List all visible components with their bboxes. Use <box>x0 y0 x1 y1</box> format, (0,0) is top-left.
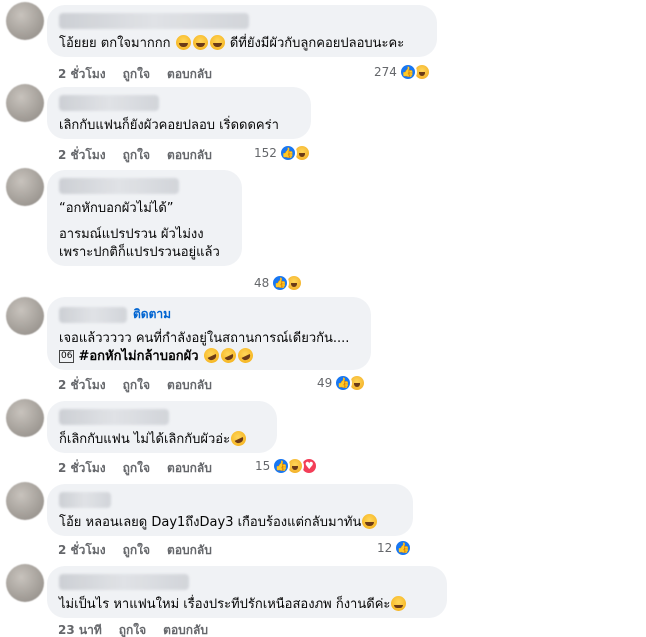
grin-emoji <box>362 514 378 529</box>
comment-actions: 2 ชั่วโมง ถูกใจ ตอบกลับ <box>58 376 212 395</box>
avatar[interactable] <box>6 2 44 40</box>
rofl-emoji <box>228 428 249 449</box>
comment-bubble: เลิกกับแฟนก็ยังผัวคอยปลอบ เริ่ดดดคร่า <box>47 87 311 139</box>
smile-emoji <box>391 596 407 611</box>
timestamp[interactable]: 2 ชั่วโมง <box>58 459 106 478</box>
reply-button[interactable]: ตอบกลับ <box>167 65 212 84</box>
comment-text-line: 06 #อกหักไม่กล้าบอกผัว <box>59 345 359 366</box>
comment-bubble: โอ้ย หลอนเลยดู Day1ถึงDay3 เกือบร้องแต่ก… <box>47 484 413 536</box>
comment-actions: 2 ชั่วโมง ถูกใจ ตอบกลับ <box>58 459 212 478</box>
reply-button[interactable]: ตอบกลับ <box>167 376 212 395</box>
reply-button[interactable]: ตอบกลับ <box>167 146 212 165</box>
comment-text-line: อารมณ์แปรปรวน ผัวไม่งง <box>59 227 204 242</box>
rofl-emoji <box>235 345 256 366</box>
like-button[interactable]: ถูกใจ <box>123 459 150 478</box>
follow-button[interactable]: ติดตาม <box>133 305 171 324</box>
like-button[interactable]: ถูกใจ <box>123 376 150 395</box>
avatar[interactable] <box>6 399 44 437</box>
reaction-summary[interactable]: 48 👍 <box>254 274 304 292</box>
comment-text: โอ้ยยย ตกใจมากกก ดีที่ยังมีผัวกับลูกคอยป… <box>59 35 405 51</box>
comment-actions: 23 นาที ถูกใจ ตอบกลับ <box>58 621 208 637</box>
rofl-emoji <box>218 345 239 366</box>
reaction-count: 49 <box>317 376 333 390</box>
author-name[interactable] <box>59 95 159 111</box>
like-button[interactable]: ถูกใจ <box>119 621 146 637</box>
avatar[interactable] <box>6 297 44 335</box>
avatar[interactable] <box>6 482 44 520</box>
like-reaction-icon: 👍 <box>278 144 297 162</box>
grin-emoji <box>209 35 225 50</box>
author-name[interactable] <box>59 306 127 323</box>
reaction-summary[interactable]: 152 👍 <box>254 144 311 162</box>
reaction-summary[interactable]: 12 👍 <box>377 539 413 557</box>
author-name[interactable] <box>59 13 249 29</box>
comment-text-line: เพราะปกติก็แปรปรวนอยู่แล้ว <box>59 245 220 260</box>
reaction-count: 152 <box>254 146 277 160</box>
timestamp[interactable]: 2 ชั่วโมง <box>58 146 106 165</box>
comment-text: ไม่เป็นไร หาแฟนใหม่ เรื่องประทีปรักเหนือ… <box>59 596 435 614</box>
timestamp[interactable]: 23 นาที <box>58 621 102 637</box>
author-name[interactable] <box>59 178 179 194</box>
avatar[interactable] <box>6 168 44 206</box>
comment-text: เลิกกับแฟนก็ยังผัวคอยปลอบ เริ่ดดดคร่า <box>59 118 279 133</box>
hashtag-link[interactable]: #อกหักไม่กล้าบอกผัว <box>78 349 198 364</box>
comment-text: ก็เลิกกับแฟน ไม่ได้เลิกกับผัวอ่ะ <box>59 428 265 449</box>
reaction-count: 274 <box>374 65 397 79</box>
comment-actions: 2 ชั่วโมง ถูกใจ ตอบกลับ <box>58 541 212 560</box>
reaction-summary[interactable]: 274 👍 <box>374 63 431 81</box>
reaction-count: 15 <box>255 459 271 473</box>
grin-emoji <box>192 35 208 50</box>
like-button[interactable]: ถูกใจ <box>123 65 150 84</box>
like-button[interactable]: ถูกใจ <box>123 541 150 560</box>
comment-quote: “อกหักบอกผัวไม่ได้” <box>59 201 174 216</box>
like-button[interactable]: ถูกใจ <box>123 146 150 165</box>
comment-bubble: ไม่เป็นไร หาแฟนใหม่ เรื่องประทีปรักเหนือ… <box>47 566 447 618</box>
timestamp[interactable]: 2 ชั่วโมง <box>58 541 106 560</box>
reply-button[interactable]: ตอบกลับ <box>167 541 212 560</box>
grin-emoji <box>175 35 191 50</box>
timestamp[interactable]: 2 ชั่วโมง <box>58 65 106 84</box>
avatar[interactable] <box>6 564 44 602</box>
reaction-count: 48 <box>254 276 270 290</box>
reaction-summary[interactable]: 15 👍 ♥ <box>255 457 319 475</box>
reply-button[interactable]: ตอบกลับ <box>167 459 212 478</box>
timestamp[interactable]: 2 ชั่วโมง <box>58 376 106 395</box>
rofl-emoji <box>201 345 222 366</box>
comment-bubble: ติดตาม เจอแล้ววววว คนที่กำลังอยู่ในสถานก… <box>47 297 371 370</box>
author-name[interactable] <box>59 492 111 508</box>
number-icon: 06 <box>59 350 75 363</box>
comment-bubble: ก็เลิกกับแฟน ไม่ได้เลิกกับผัวอ่ะ <box>47 401 277 453</box>
comment-actions: 2 ชั่วโมง ถูกใจ ตอบกลับ <box>58 65 212 84</box>
author-name[interactable] <box>59 574 189 590</box>
like-reaction-icon: 👍 <box>394 539 413 557</box>
comment-bubble: “อกหักบอกผัวไม่ได้” อารมณ์แปรปรวน ผัวไม่… <box>47 170 242 266</box>
comment-actions: 2 ชั่วโมง ถูกใจ ตอบกลับ <box>58 146 212 165</box>
like-reaction-icon: 👍 <box>398 63 417 81</box>
reply-button[interactable]: ตอบกลับ <box>163 621 208 637</box>
comment-text: โอ้ย หลอนเลยดู Day1ถึงDay3 เกือบร้องแต่ก… <box>59 514 401 532</box>
reaction-summary[interactable]: 49 👍 <box>317 374 367 392</box>
comment-text-line: เจอแล้ววววว คนที่กำลังอยู่ในสถานการณ์เดี… <box>59 331 350 346</box>
comment-bubble: โอ้ยยย ตกใจมากกก ดีที่ยังมีผัวกับลูกคอยป… <box>47 5 437 57</box>
avatar[interactable] <box>6 84 44 122</box>
author-name[interactable] <box>59 409 169 425</box>
reaction-count: 12 <box>377 541 393 555</box>
